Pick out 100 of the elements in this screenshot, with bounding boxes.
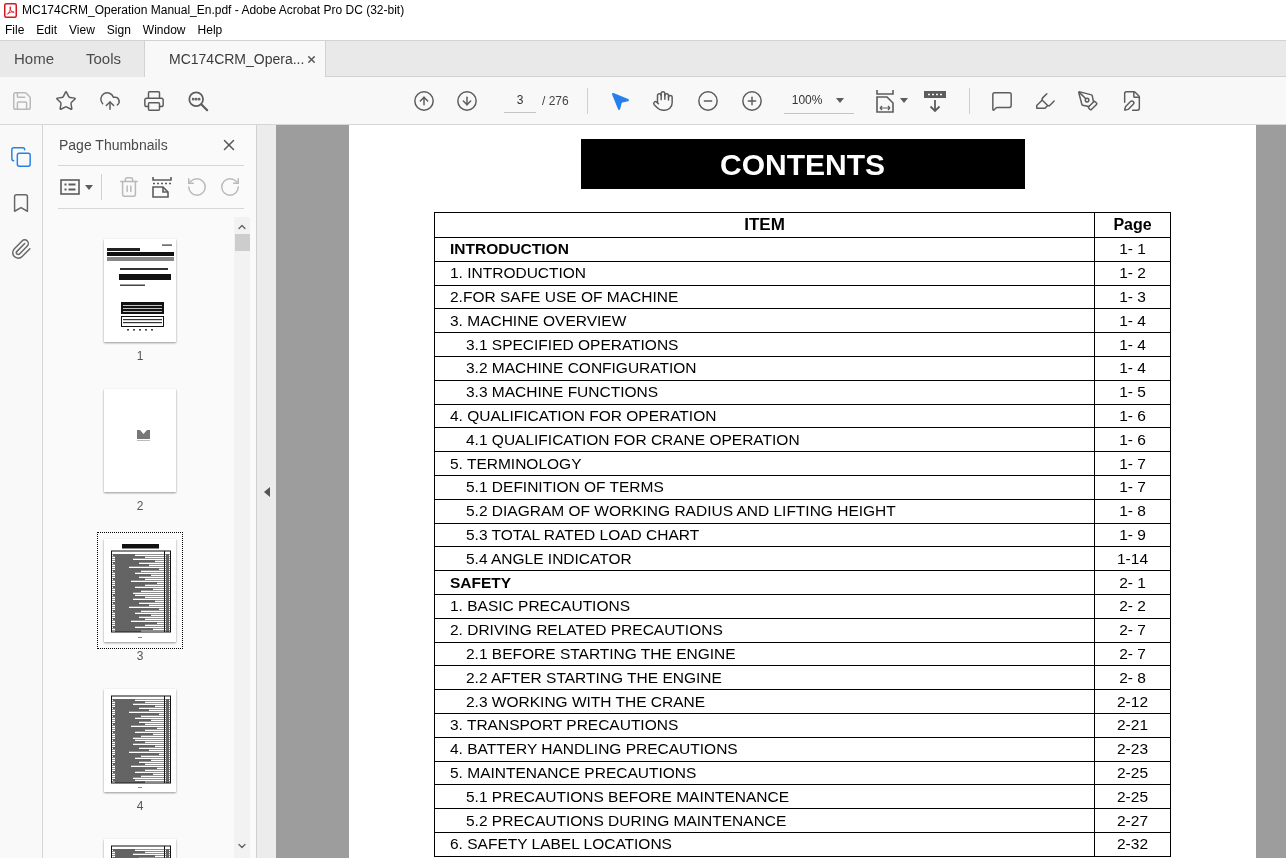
toc-entry-cell-text: 4. BATTERY HANDLING PRECAUTIONS [449,739,739,760]
page-number-cell: 1- 1 [1094,238,1170,261]
comment-icon [990,89,1013,112]
toc-entry-cell-text: 4. QUALIFICATION FOR OPERATION [449,405,718,426]
page-number-cell: 2-25 [1094,761,1170,785]
star-icon [55,89,77,112]
page-number-cell: 1- 7 [1094,452,1170,475]
page-number-cell: 2- 7 [1094,642,1170,666]
contents-heading: CONTENTS [580,139,1025,189]
menu-item[interactable]: Edit [36,23,58,37]
scrollbar-thumb[interactable] [235,234,250,251]
page-number-field[interactable]: 3 [504,88,536,113]
toc-entry-cell-text: 3. MACHINE OVERVIEW [449,310,628,331]
triangle-left-icon [263,486,270,497]
page-number-label: 4 [136,799,144,813]
menu-item[interactable]: Window [142,23,186,37]
page-thumbnail-drawing[interactable] [104,389,176,492]
page-number-cell: 2- 1 [1094,571,1170,594]
toc-entry-cell-text: 5.3 TOTAL RATED LOAD CHART [465,524,701,545]
page-number-label: 3 [136,649,144,663]
toc-entry-cell-text: 5.1 DEFINITION OF TERMS [465,477,665,498]
toc-entry-cell-text: 2. DRIVING RELATED PRECAUTIONS [449,620,724,641]
zoom-in-icon [740,89,763,112]
scrollbar-track[interactable] [234,217,250,858]
page-number-cell: 2- 8 [1094,666,1170,690]
list-view-icon [60,179,80,195]
zoom-out-icon [696,89,719,112]
toc-entry-cell-text: 5. TERMINOLOGY [449,453,583,474]
page-number-cell: 2-27 [1094,809,1170,832]
toc-entry-cell-text: 2.2 AFTER STARTING THE ENGINE [465,667,723,688]
rotate-left-icon [186,176,208,198]
print-icon [143,89,165,112]
menu-item[interactable]: File [5,23,25,37]
page-number-cell: 2-12 [1094,690,1170,713]
page-number-label: 1 [136,349,144,363]
page-number-cell: 1- 4 [1094,309,1170,333]
page-number-cell: 2- 7 [1094,618,1170,642]
toc-entry-cell-text: 5.2 PRECAUTIONS DURING MAINTENANCE [465,810,788,831]
toc-entry-cell-text: 5.2 DIAGRAM OF WORKING RADIUS AND LIFTING HEIGHT [465,501,897,522]
arrow-down-icon [456,89,478,112]
page-number-cell: 1-14 [1094,547,1170,571]
toc-entry-cell-text: 6. SAFETY LABEL LOCATIONS [449,834,673,855]
toc-entry-cell-text: 2.FOR SAFE USE OF MACHINE [449,287,680,307]
pen-nib-icon [1076,89,1099,112]
page-number-cell: 1- 6 [1094,428,1170,452]
toc-entry-cell-text: 1. BASIC PRECAUTIONS [449,596,631,617]
arrow-up-icon [413,89,435,112]
menu-item[interactable]: View [69,23,95,37]
toc-entry-cell-text: 4.1 QUALIFICATION FOR CRANE OPERATION [465,429,801,450]
menu-item[interactable]: Help [197,23,223,37]
page-thumbnail-drawing[interactable] [104,539,176,642]
page-number-cell: 1- 5 [1094,380,1170,404]
page-number-cell: 2-32 [1094,832,1170,856]
tab[interactable]: MC174CRM_Opera... [144,41,326,77]
toc-entry-cell-text: 3.2 MACHINE CONFIGURATION [465,358,698,379]
section-heading-cell-text: SAFETY [449,572,513,593]
page-count: / 276 [542,92,569,110]
toc-entry-cell-text: 3. TRANSPORT PRECAUTIONS [449,715,680,736]
page-number-label: 2 [136,499,144,513]
trash-icon [118,176,140,198]
menu-item[interactable]: Sign [106,23,131,37]
page-number-cell: 2-23 [1094,737,1170,761]
paperclip-icon [10,238,32,260]
hand-icon [651,89,674,112]
caret-down-icon [85,184,93,190]
close-tab-icon[interactable] [306,53,317,65]
panel-title: Page Thumbnails [59,135,168,155]
pages-icon [10,146,32,168]
page-thumbnail-drawing[interactable] [104,689,176,792]
zoom-field[interactable]: 100% [783,87,854,114]
toc-entry-cell-text: 5.1 PRECAUTIONS BEFORE MAINTENANCE [465,786,790,807]
page-number-cell: 2- 2 [1094,594,1170,618]
page-number-cell: 1- 6 [1094,404,1170,428]
toc-entry-cell-text: 1. INTRODUCTION [449,263,588,284]
caret-down-icon [899,98,908,103]
page-number-cell: 1- 2 [1094,261,1170,285]
toc-entry-cell-text: 2.1 BEFORE STARTING THE ENGINE [465,643,737,664]
page-number-cell: 1- 4 [1094,333,1170,356]
page-number-cell: 1- 9 [1094,523,1170,547]
page-number-cell: 1- 7 [1094,475,1170,499]
page-number-cell: 1- 8 [1094,499,1170,523]
cloud-upload-icon [99,89,121,112]
window-title: MC174CRM_Operation Manual_En.pdf - Adobe Acrobat Pro DC (32-bit) [22,3,405,17]
toc-entry-cell-text: 2.3 WORKING WITH THE CRANE [465,691,707,712]
fit-page-icon [873,88,896,113]
toc-entry-cell-text: 5. MAINTENANCE PRECAUTIONS [449,762,698,783]
rotate-right-icon [219,176,241,198]
toc-entry-cell-text: 3.3 MACHINE FUNCTIONS [465,382,660,403]
scroll-mode-icon [922,89,947,112]
page-number-cell: 1- 4 [1094,357,1170,380]
page-number-cell: 1- 3 [1094,285,1170,309]
toc-entry-cell-text: 5.4 ANGLE INDICATOR [465,548,633,569]
page-number-cell: 2-21 [1094,713,1170,737]
caret-down-icon [835,97,844,103]
insert-page-icon [151,176,173,198]
search-icon [187,89,209,112]
column-header: ITEM [743,214,786,237]
column-header: Page [1094,213,1170,237]
page-thumbnail-drawing[interactable] [104,239,176,342]
section-heading-cell-text: INTRODUCTION [449,239,570,260]
